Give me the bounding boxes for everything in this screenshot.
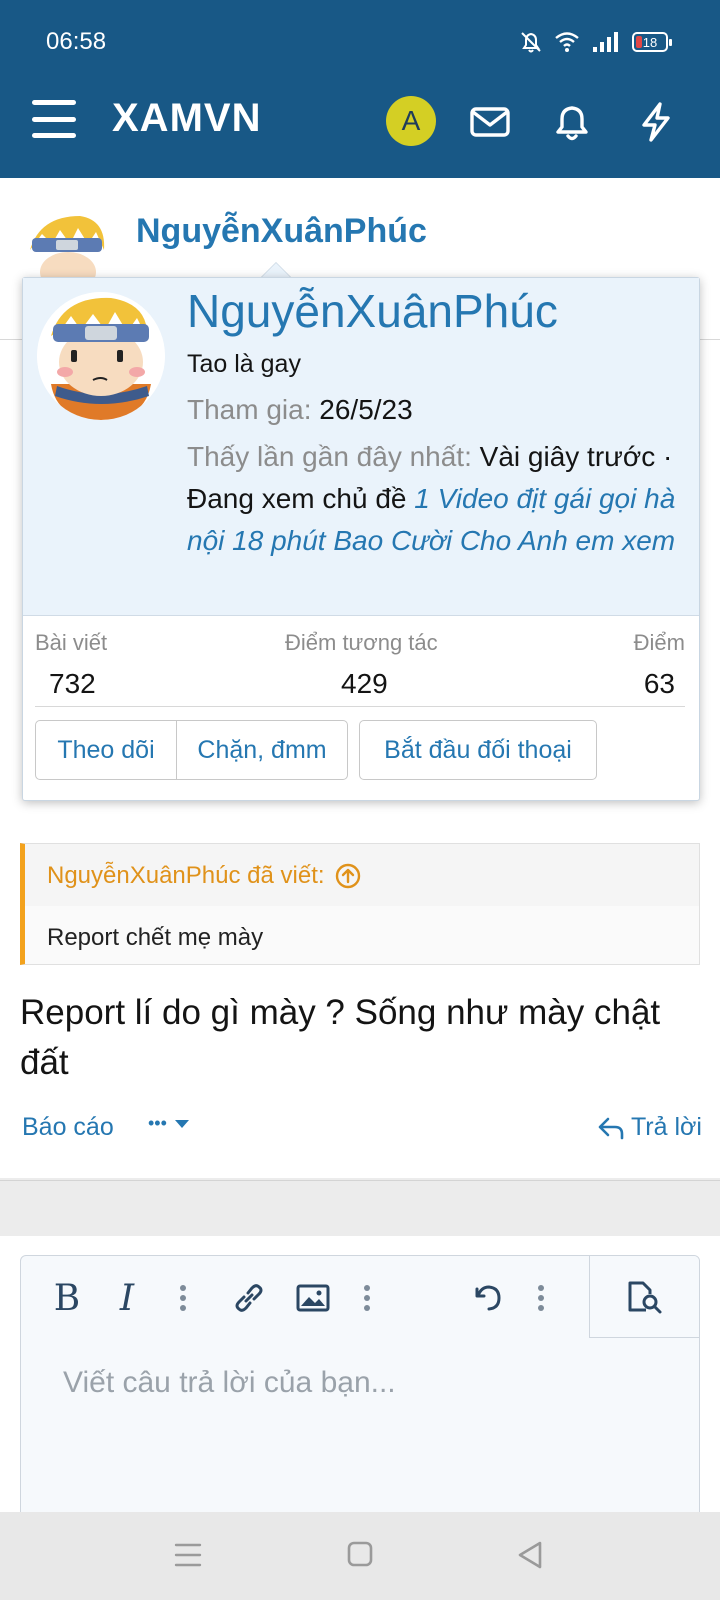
more-actions-button[interactable]: •••	[148, 1113, 191, 1134]
lightning-icon[interactable]	[634, 100, 678, 144]
post-author-name[interactable]: NguyễnXuânPhúc	[136, 212, 427, 251]
battery-icon: 18	[632, 32, 672, 52]
quote-body: Report chết mẹ mày	[25, 906, 699, 964]
bold-icon[interactable]: B	[47, 1278, 87, 1319]
member-name[interactable]: NguyễnXuânPhúc	[187, 284, 558, 338]
stat-reactions-label: Điểm tương tác	[285, 630, 438, 655]
reply-button[interactable]: Trả lời	[597, 1113, 702, 1142]
notifications-off-icon	[521, 32, 541, 53]
back-icon[interactable]	[516, 1540, 544, 1570]
member-joined: Tham gia: 26/5/23	[187, 394, 413, 426]
stat-reactions-value: 429	[341, 668, 388, 699]
member-tooltip: NguyễnXuânPhúc Tao là gay Tham gia: 26/5…	[22, 277, 700, 801]
joined-label: Tham gia:	[187, 394, 312, 425]
site-logo[interactable]: XAMVN	[112, 96, 261, 141]
tooltip-header: NguyễnXuânPhúc Tao là gay Tham gia: 26/5…	[23, 278, 699, 616]
wifi-icon	[555, 32, 579, 52]
system-nav-bar	[0, 1512, 720, 1600]
undo-icon[interactable]	[467, 1278, 507, 1318]
reply-input-placeholder[interactable]: Viết câu trả lời của bạn...	[63, 1366, 396, 1400]
more-insert-options-icon[interactable]	[347, 1278, 387, 1318]
tooltip-arrow	[260, 262, 292, 278]
recent-apps-icon[interactable]	[174, 1542, 202, 1568]
stats-divider	[35, 706, 685, 707]
more-options-icon[interactable]	[521, 1278, 561, 1318]
app-header: 06:58 18 XAMVN A	[0, 0, 720, 178]
post-message: Report lí do gì mày ? Sống như mày chật …	[20, 993, 661, 1082]
quote-block: NguyễnXuânPhúc đã viết: Report chết mẹ m…	[20, 843, 700, 965]
reply-label: Trả lời	[630, 1113, 702, 1141]
last-seen-value: Vài giây trước	[479, 441, 656, 472]
member-avatar[interactable]	[37, 292, 165, 420]
stat-points-value[interactable]: 63	[644, 668, 675, 700]
reply-editor[interactable]: B I Viết câu trả lời của bạn...	[20, 1255, 700, 1535]
bell-icon[interactable]	[550, 100, 594, 144]
status-time: 06:58	[46, 28, 107, 55]
arrow-up-circle-icon[interactable]	[335, 863, 361, 889]
last-seen-label: Thấy lần gần đây nhất:	[187, 441, 472, 472]
home-icon[interactable]	[346, 1540, 374, 1568]
member-last-seen: Thấy lần gần đây nhất: Vài giây trước · …	[187, 436, 687, 562]
post-actions: Báo cáo ••• Trả lời	[22, 1113, 702, 1153]
member-user-title: Tao là gay	[187, 350, 301, 378]
joined-date: 26/5/23	[319, 394, 413, 425]
report-link[interactable]: Báo cáo	[22, 1113, 114, 1142]
start-conversation-button[interactable]: Bắt đầu đối thoại	[359, 720, 597, 780]
menu-icon[interactable]	[32, 100, 76, 138]
italic-icon[interactable]: I	[107, 1278, 147, 1319]
stat-points-label: Điểm	[633, 630, 685, 655]
editor-toolbar: B I	[21, 1256, 699, 1340]
block-button[interactable]: Chặn, đmm	[176, 720, 348, 780]
link-icon[interactable]	[229, 1278, 269, 1318]
quote-author: NguyễnXuânPhúc đã viết:	[47, 862, 325, 889]
follow-button[interactable]: Theo dõi	[35, 720, 177, 780]
more-text-options-icon[interactable]	[163, 1278, 203, 1318]
mail-icon[interactable]	[468, 100, 512, 144]
signal-icon	[593, 32, 618, 52]
image-icon[interactable]	[293, 1278, 333, 1318]
caret-down-icon	[174, 1119, 189, 1128]
quote-header[interactable]: NguyễnXuânPhúc đã viết:	[47, 862, 361, 890]
status-icons: 18	[520, 30, 672, 54]
account-avatar[interactable]: A	[386, 96, 436, 146]
reply-icon	[598, 1117, 624, 1139]
section-divider	[0, 1180, 720, 1236]
more-label: •••	[148, 1113, 167, 1133]
stat-messages-value[interactable]: 732	[49, 668, 96, 700]
battery-level: 18	[642, 34, 658, 50]
post-avatar[interactable]	[20, 210, 116, 282]
stat-messages-label: Bài viết	[35, 630, 108, 655]
preview-button[interactable]	[589, 1256, 699, 1338]
member-stats: Bài viết 732 Điểm tương tác 429 Điểm 63	[35, 618, 685, 708]
quote-text: Report chết mẹ mày	[47, 924, 264, 951]
preview-icon	[628, 1281, 662, 1314]
